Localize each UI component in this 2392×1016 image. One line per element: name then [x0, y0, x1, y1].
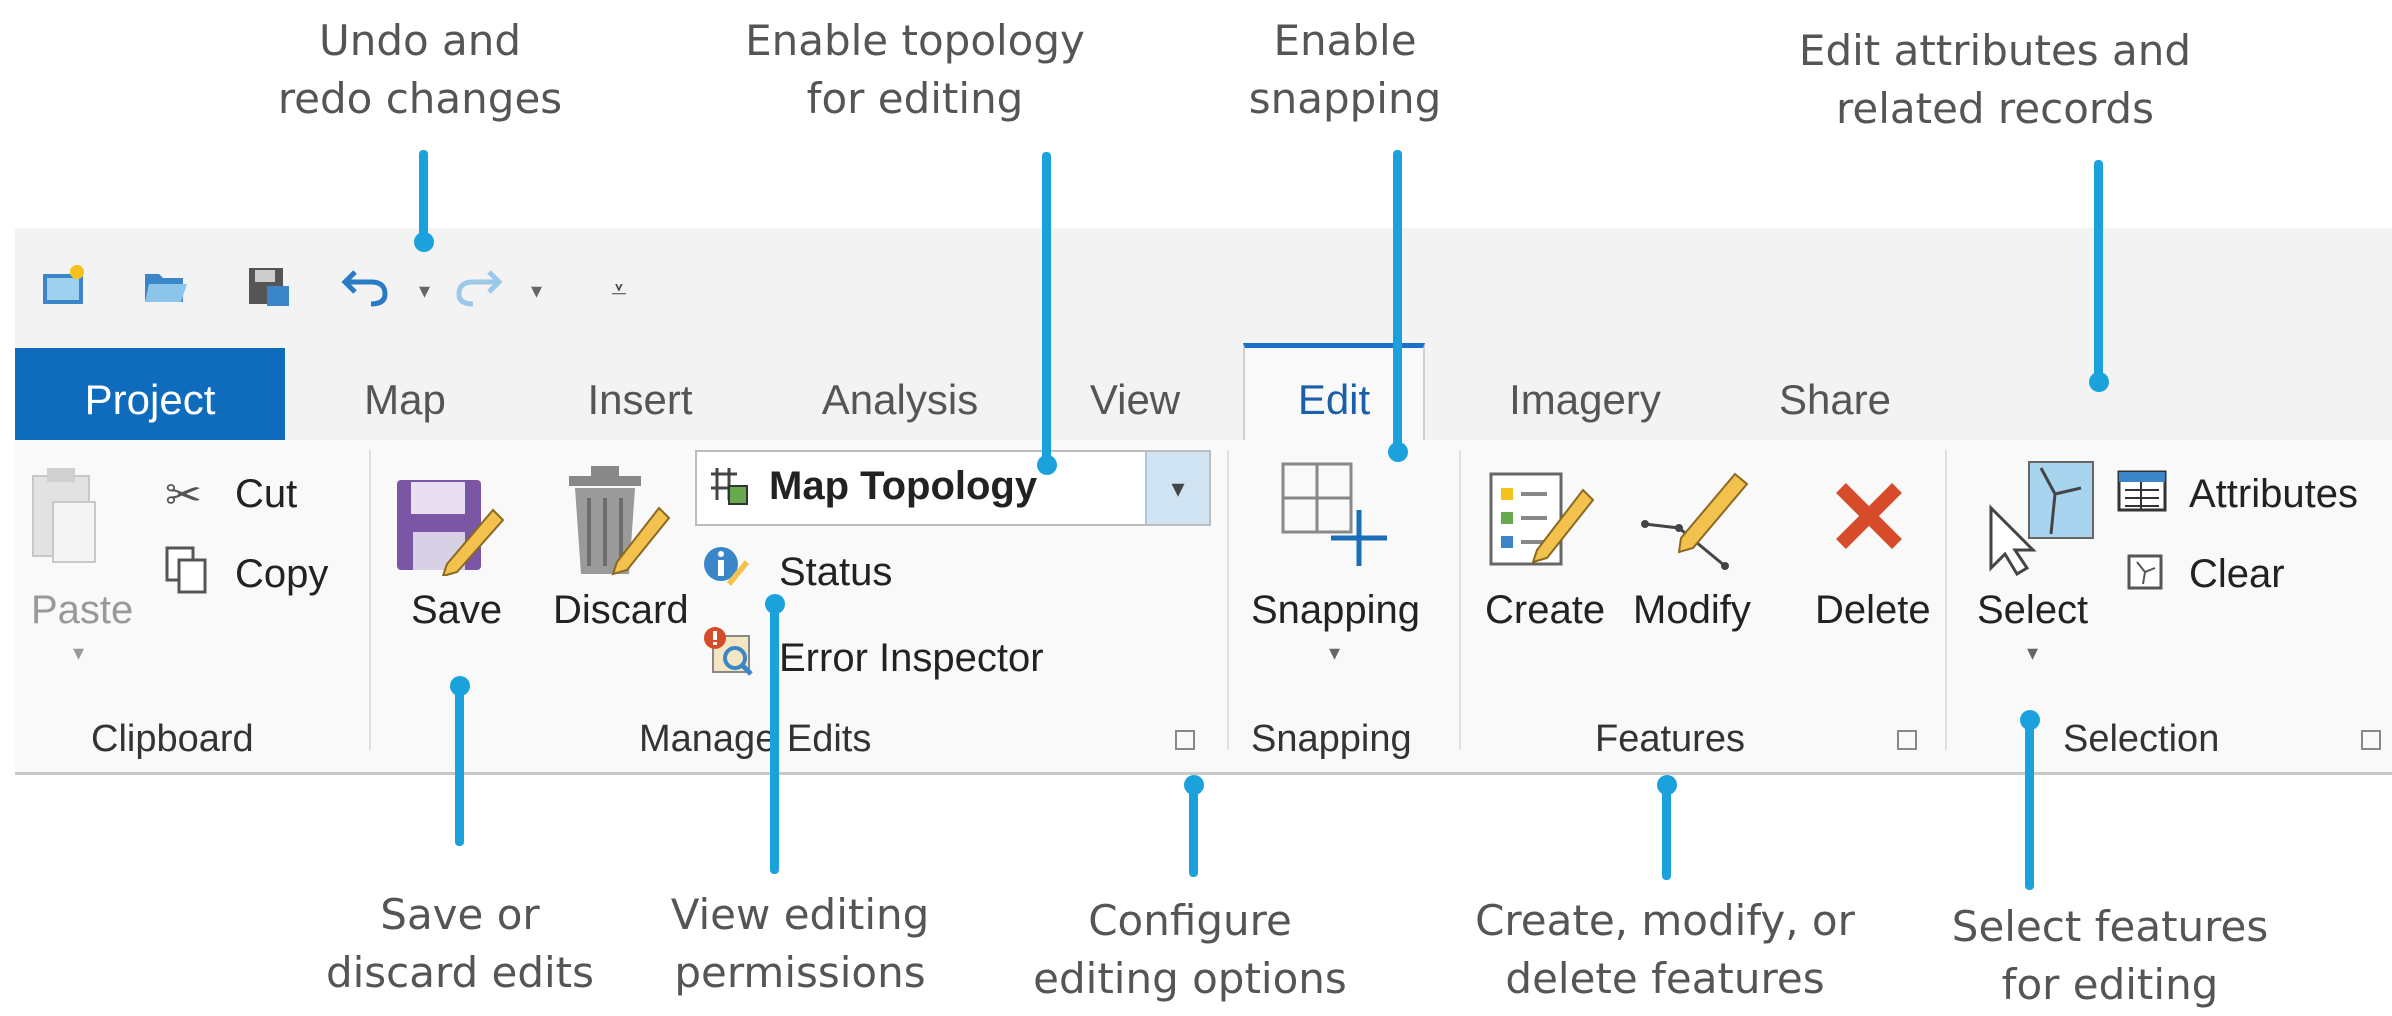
quick-access-toolbar: ▾ ▾ ⩡	[15, 228, 2392, 348]
manage-edits-launcher-icon[interactable]	[1175, 730, 1195, 750]
callout-snapping: Enable snapping	[1248, 16, 1442, 123]
save-button[interactable]: Save	[411, 588, 502, 633]
attributes-icon	[2117, 470, 2167, 512]
callout-permissions: View editing permissions	[670, 890, 930, 997]
tab-share[interactable]: Share	[1755, 348, 1915, 440]
callout-undo-redo: Undo and redo changes	[277, 16, 563, 123]
attributes-button[interactable]: Attributes	[2189, 472, 2358, 517]
new-project-icon[interactable]	[41, 264, 87, 306]
connector-dot	[2089, 372, 2109, 392]
tab-map[interactable]: Map	[335, 348, 475, 440]
open-project-icon[interactable]	[143, 266, 189, 306]
topology-icon	[711, 468, 748, 505]
tab-project[interactable]: Project	[15, 348, 285, 440]
clipboard-group-label: Clipboard	[91, 718, 254, 760]
redo-dropdown-icon[interactable]: ▾	[531, 278, 542, 304]
undo-dropdown-icon[interactable]: ▾	[419, 278, 430, 304]
undo-icon[interactable]	[341, 262, 391, 308]
select-dropdown-icon[interactable]: ▾	[2027, 640, 2038, 666]
paste-icon[interactable]	[29, 466, 99, 570]
modify-icon[interactable]	[1639, 466, 1755, 572]
topology-value: Map Topology	[769, 464, 1038, 508]
paste-label: Paste	[31, 588, 134, 632]
delete-button[interactable]: Delete	[1815, 588, 1931, 633]
discard-button[interactable]: Discard	[553, 588, 689, 633]
tab-insert[interactable]: Insert	[555, 348, 725, 440]
redo-icon[interactable]	[453, 262, 503, 308]
discard-icon[interactable]	[563, 462, 673, 578]
connector-select	[2025, 720, 2034, 890]
separator	[1459, 450, 1461, 750]
snapping-group-label: Snapping	[1251, 718, 1412, 760]
snapping-dropdown-icon[interactable]: ▾	[1329, 640, 1340, 666]
error-inspector-icon[interactable]	[703, 626, 755, 678]
callout-attributes: Edit attributes and related records	[1798, 26, 2192, 133]
callout-save-discard: Save or discard edits	[325, 890, 595, 997]
status-button[interactable]: Status	[779, 550, 892, 595]
connector-undo	[419, 150, 428, 240]
topology-dropdown-icon[interactable]: ▾	[1145, 452, 1209, 524]
selection-group-label: Selection	[2063, 718, 2220, 760]
manage-edits-group-label: Manage Edits	[639, 718, 872, 760]
features-launcher-icon[interactable]	[1897, 730, 1917, 750]
selection-launcher-icon[interactable]	[2361, 730, 2381, 750]
snapping-icon[interactable]	[1279, 460, 1399, 570]
connector-configure	[1189, 785, 1198, 877]
tab-view[interactable]: View	[1065, 348, 1205, 440]
customize-icon[interactable]: ⩡	[611, 274, 627, 307]
connector-features	[1662, 785, 1671, 880]
create-button[interactable]: Create	[1485, 588, 1605, 633]
callout-topology: Enable topology for editing	[745, 16, 1085, 123]
select-icon[interactable]	[1981, 458, 2101, 576]
snapping-button[interactable]: Snapping	[1251, 588, 1420, 633]
delete-icon[interactable]	[1833, 480, 1905, 552]
save-project-icon[interactable]	[245, 264, 291, 308]
connector-dot	[414, 232, 434, 252]
cut-icon: ✂	[165, 471, 202, 520]
status-icon[interactable]	[703, 542, 749, 588]
copy-icon	[165, 546, 207, 594]
clear-icon	[2127, 554, 2163, 590]
separator	[1227, 450, 1229, 750]
ribbon-tabs: Project Map Insert Analysis View Edit Im…	[15, 343, 2392, 443]
modify-button[interactable]: Modify	[1633, 588, 1751, 633]
callout-configure: Configure editing options	[1033, 896, 1347, 1003]
clear-button[interactable]: Clear	[2189, 552, 2285, 597]
select-button[interactable]: Select	[1977, 588, 2088, 633]
paste-dropdown-icon[interactable]: ▾	[73, 640, 84, 666]
connector-save-discard	[455, 686, 464, 846]
connector-dot	[1388, 442, 1408, 462]
error-inspector-button[interactable]: Error Inspector	[779, 636, 1044, 681]
connector-permissions	[770, 604, 779, 874]
callout-select: Select features for editing	[1951, 902, 2269, 1009]
connector-snapping	[1393, 150, 1402, 450]
separator	[369, 450, 371, 750]
topology-select[interactable]: Map Topology ▾	[695, 450, 1211, 526]
save-edits-icon[interactable]	[395, 476, 505, 576]
cut-button[interactable]: Cut	[235, 472, 297, 517]
separator	[1945, 450, 1947, 750]
connector-attributes	[2094, 160, 2103, 380]
copy-button[interactable]: Copy	[235, 552, 328, 597]
tab-analysis[interactable]: Analysis	[785, 348, 1015, 440]
create-icon[interactable]	[1487, 460, 1597, 572]
tab-imagery[interactable]: Imagery	[1475, 348, 1695, 440]
connector-topology	[1042, 152, 1051, 464]
callout-features: Create, modify, or delete features	[1475, 896, 1855, 1003]
connector-dot	[1037, 455, 1057, 475]
features-group-label: Features	[1595, 718, 1745, 760]
